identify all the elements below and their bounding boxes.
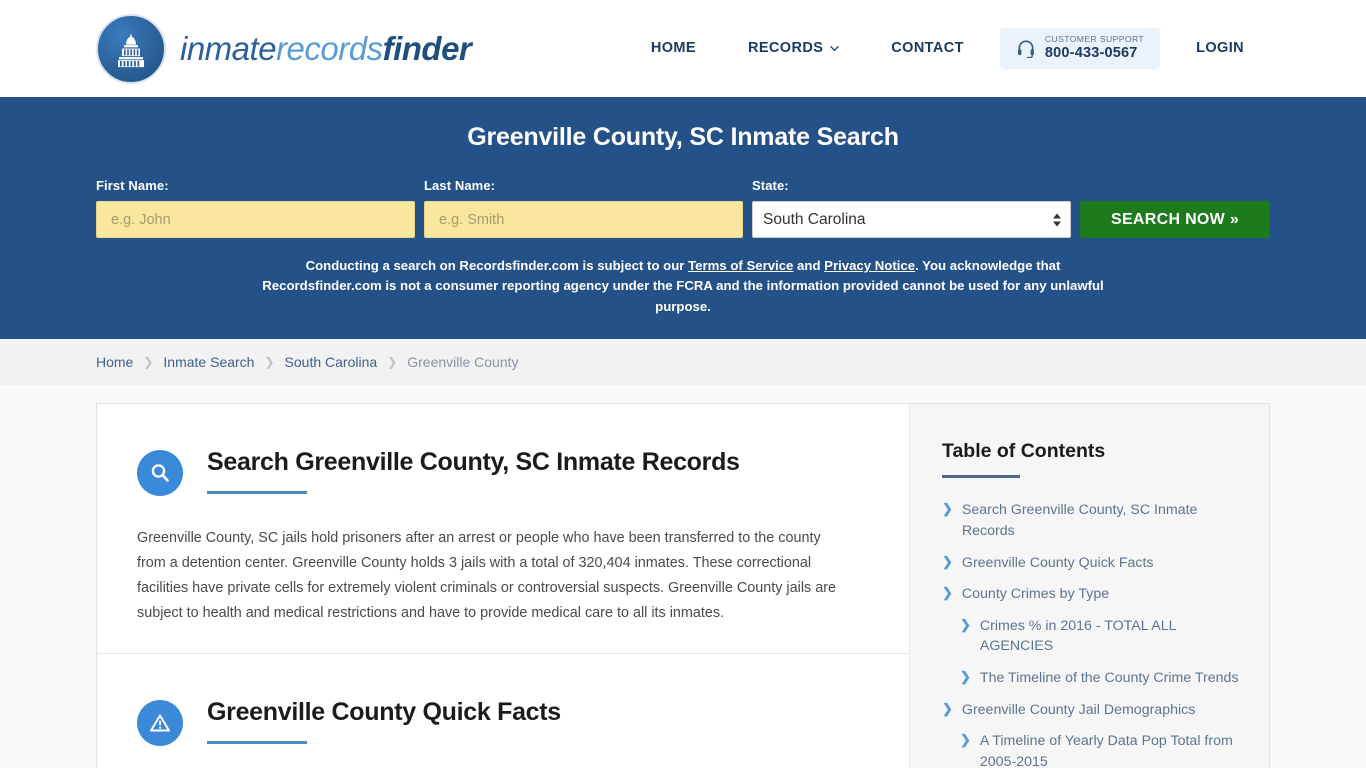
toc-item-search-records[interactable]: ❯ Search Greenville County, SC Inmate Re… [942,500,1239,541]
search-disclaimer: Conducting a search on Recordsfinder.com… [253,256,1113,317]
inmate-search-form: First Name: Last Name: State: South Caro… [96,178,1270,238]
chevron-right-icon: ❯ [942,585,953,601]
chevron-right-icon: ❯ [942,700,953,716]
section-underline [207,491,307,495]
toc-item-label: A Timeline of Yearly Data Pop Total from… [979,733,1233,768]
chevron-right-icon: ❯ [960,616,971,632]
breadcrumb: Home ❯ Inmate Search ❯ South Carolina ❯ … [0,339,1366,386]
toc-title: Table of Contents [942,440,1106,463]
chevron-right-icon: ❯ [942,501,953,517]
state-select[interactable]: South Carolina [752,201,1071,238]
nav-label-login: LOGIN [1196,40,1244,57]
section-quick-facts: Greenville County Quick Facts [97,653,909,747]
toc-item-label: County Crimes by Type [961,586,1110,603]
capitol-dome-glyph [118,33,144,67]
first-name-field-group: First Name: [96,178,415,238]
content-card: Search Greenville County, SC Inmate Reco… [96,403,1270,768]
toc-item-jail-demographics[interactable]: ❯ Greenville County Jail Demographics [942,700,1239,721]
nav-label-contact: CONTACT [891,40,964,57]
last-name-field-group: Last Name: [424,178,743,238]
brand-part-finder: finder [382,29,472,67]
site-logo[interactable]: inmaterecordsfinder [96,13,472,84]
toc-item-label: Greenville County Jail Demographics [961,701,1196,718]
section-underline [207,741,307,745]
warning-triangle-glyph [150,714,170,732]
breadcrumb-separator-icon: ❯ [143,355,154,370]
toc-item-quick-facts[interactable]: ❯ Greenville County Quick Facts [942,553,1239,574]
breadcrumb-item-inmate-search[interactable]: Inmate Search [163,354,254,370]
first-name-input[interactable] [96,201,415,238]
breadcrumb-separator-icon: ❯ [264,355,275,370]
nav-item-records[interactable]: RECORDS [722,30,865,66]
chevron-right-icon: ❯ [960,732,971,748]
support-phone[interactable]: 800-433-0567 [1045,45,1144,62]
page-body: Search Greenville County, SC Inmate Reco… [0,385,1366,768]
nav-item-home[interactable]: HOME [625,30,722,66]
toc-list: ❯ Search Greenville County, SC Inmate Re… [942,500,1239,768]
terms-of-service-link[interactable]: Terms of Service [688,258,793,273]
nav-item-contact[interactable]: CONTACT [865,30,990,66]
disclaimer-and: and [793,258,825,273]
table-of-contents: Table of Contents ❯ Search Greenville Co… [909,404,1269,768]
toc-underline [942,475,1020,479]
privacy-notice-link[interactable]: Privacy Notice [824,258,915,273]
chevron-down-icon [830,46,839,52]
page-title: Greenville County, SC Inmate Search [467,123,899,151]
toc-item-label: Crimes % in 2016 - TOTAL ALL AGENCIES [979,617,1176,655]
nav-label-home: HOME [650,40,696,57]
section-search-records: Search Greenville County, SC Inmate Reco… [97,404,909,625]
disclaimer-text-1: Conducting a search on Recordsfinder.com… [305,258,689,273]
customer-support-block[interactable]: CUSTOMER SUPPORT 800-433-0567 [999,28,1161,69]
toc-item-label: The Timeline of the County Crime Trends [979,669,1239,686]
headset-icon [1017,40,1034,59]
breadcrumb-item-home[interactable]: Home [96,354,133,370]
toc-item-crimes-percent-2016[interactable]: ❯ Crimes % in 2016 - TOTAL ALL AGENCIES [942,616,1239,657]
breadcrumb-separator-icon: ❯ [387,355,398,370]
breadcrumb-item-south-carolina[interactable]: South Carolina [285,354,378,370]
search-now-button[interactable]: SEARCH NOW » [1080,201,1270,238]
brand-part-records: records [276,29,383,67]
breadcrumb-item-greenville-county: Greenville County [407,354,519,371]
section-title: Search Greenville County, SC Inmate Reco… [207,448,740,477]
main-column: Search Greenville County, SC Inmate Reco… [97,404,909,768]
search-icon [137,450,183,497]
main-nav: HOME RECORDS CONTACT CUSTOMER SUPPORT 80… [625,28,1270,69]
site-header: inmaterecordsfinder HOME RECORDS CONTACT… [0,0,1366,97]
last-name-input[interactable] [424,201,743,238]
search-band: Greenville County, SC Inmate Search Firs… [0,97,1366,340]
toc-item-crime-trends-timeline[interactable]: ❯ The Timeline of the County Crime Trend… [942,668,1239,689]
toc-item-label: Greenville County Quick Facts [961,554,1154,571]
first-name-label: First Name: [96,178,169,193]
support-label: CUSTOMER SUPPORT [1044,34,1145,45]
brand-wordmark: inmaterecordsfinder [180,29,472,68]
toc-item-label: Search Greenville County, SC Inmate Reco… [961,502,1198,539]
brand-part-inmate: inmate [180,29,277,67]
nav-item-login[interactable]: LOGIN [1170,30,1270,66]
state-label: State: [752,178,789,193]
capitol-dome-icon [96,13,166,84]
chevron-right-icon: ❯ [960,668,971,684]
magnifier-glyph [151,464,169,483]
last-name-label: Last Name: [424,178,496,193]
nav-label-records: RECORDS [747,40,824,57]
chevron-right-icon: ❯ [942,553,953,569]
toc-item-county-crimes-by-type[interactable]: ❯ County Crimes by Type [942,584,1239,605]
toc-item-yearly-pop-total[interactable]: ❯ A Timeline of Yearly Data Pop Total fr… [942,731,1239,768]
state-field-group: State: South Carolina [752,178,1071,238]
section-title: Greenville County Quick Facts [207,698,561,727]
warning-icon [137,700,183,747]
section-body-text: Greenville County, SC jails hold prisone… [137,530,837,621]
